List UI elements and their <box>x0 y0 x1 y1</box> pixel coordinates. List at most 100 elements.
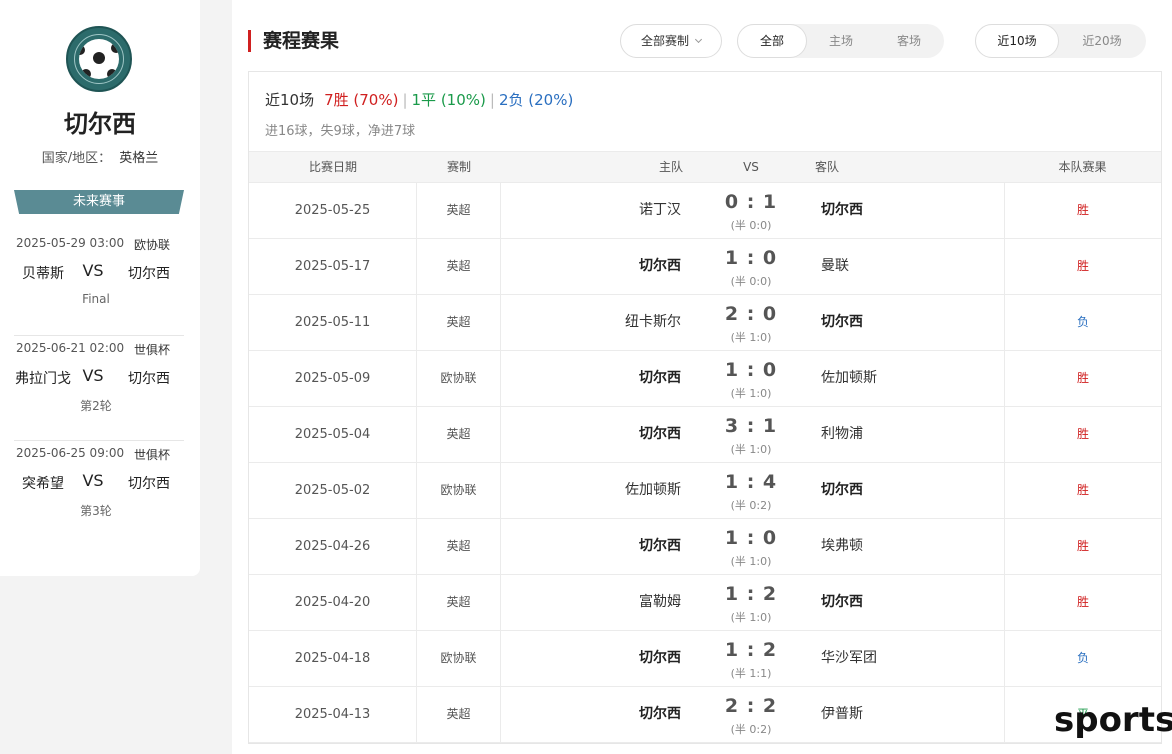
cell-result: 胜 <box>1004 575 1161 630</box>
vs-label: VS <box>82 261 104 280</box>
cell-away-team[interactable]: 利物浦 <box>821 407 1001 462</box>
match-date: 2025-06-25 09:00 <box>16 446 125 460</box>
cell-date: 2025-05-25 <box>249 183 417 238</box>
cell-away-team[interactable]: 埃弗顿 <box>821 519 1001 574</box>
cell-home-team[interactable]: 切尔西 <box>501 687 681 742</box>
team-logo <box>66 26 132 92</box>
future-match[interactable]: 2025-05-29 03:00 欧协联 贝蒂斯 VS 切尔西 Final <box>14 236 184 336</box>
cell-half-score: (半 1:1) <box>730 667 772 680</box>
match-round: 第3轮 <box>80 504 112 518</box>
cell-home-team[interactable]: 切尔西 <box>501 631 681 686</box>
table-row[interactable]: 2025-05-11 英超 纽卡斯尔 2 : 0 (半 1:0) 切尔西负 <box>249 295 1161 351</box>
cell-competition: 英超 <box>417 295 501 350</box>
match-competition: 欧协联 <box>133 238 170 252</box>
future-match[interactable]: 2025-06-21 02:00 世俱杯 弗拉门戈 VS 切尔西 第2轮 <box>14 341 184 441</box>
table-row[interactable]: 2025-05-17 英超 切尔西 1 : 0 (半 0:0) 曼联胜 <box>249 239 1161 295</box>
table-row[interactable]: 2025-04-26 英超 切尔西 1 : 0 (半 1:0) 埃弗顿胜 <box>249 519 1161 575</box>
cell-score: 1 : 0 <box>724 247 778 269</box>
cell-date: 2025-05-17 <box>249 239 417 294</box>
cell-competition: 英超 <box>417 239 501 294</box>
record-summary: 近10场 7胜 (70%) | 1平 (10%) | 2负 (20%) <box>265 91 574 109</box>
cell-date: 2025-04-18 <box>249 631 417 686</box>
team-country: 国家/地区： 英格兰 <box>0 147 200 166</box>
tab-all[interactable]: 全部 <box>737 24 807 58</box>
cell-home-team[interactable]: 切尔西 <box>501 407 681 462</box>
cell-result: 胜 <box>1004 519 1161 574</box>
cell-half-score: (半 1:0) <box>730 331 772 344</box>
cell-date: 2025-05-02 <box>249 463 417 518</box>
football-icon <box>79 39 119 79</box>
tab-away[interactable]: 客场 <box>875 24 943 58</box>
cell-competition: 英超 <box>417 687 501 742</box>
watermark: sports <box>1054 700 1172 740</box>
cell-away-team[interactable]: 伊普斯 <box>821 687 1001 742</box>
team-name: 切尔西 <box>64 110 136 138</box>
header-comp: 赛制 <box>446 160 471 174</box>
cell-half-score: (半 1:0) <box>730 555 772 568</box>
results-panel: 近10场 7胜 (70%) | 1平 (10%) | 2负 (20%) 进16球，失9球，… <box>248 71 1162 744</box>
table-row[interactable]: 2025-05-25 英超 诺丁汉 0 : 1 (半 0:0) 切尔西胜 <box>249 183 1161 239</box>
cell-competition: 英超 <box>417 575 501 630</box>
cell-score: 2 : 2 <box>724 695 778 717</box>
header-away: 客队 <box>814 160 839 174</box>
cell-away-team[interactable]: 切尔西 <box>821 575 1001 630</box>
cell-away-team[interactable]: 佐加顿斯 <box>821 351 1001 406</box>
cell-result: 胜 <box>1004 351 1161 406</box>
vs-label: VS <box>82 366 104 385</box>
cell-away-team[interactable]: 切尔西 <box>821 295 1001 350</box>
competition-dropdown[interactable]: 全部赛制 <box>620 24 722 58</box>
summary-label: 近10场 <box>265 91 315 109</box>
table-row[interactable]: 2025-04-18 欧协联 切尔西 1 : 2 (半 1:1) 华沙军团负 <box>249 631 1161 687</box>
cell-home-team[interactable]: 富勒姆 <box>501 575 681 630</box>
tab-home[interactable]: 主场 <box>807 24 875 58</box>
table-row[interactable]: 2025-04-13 英超 切尔西 2 : 2 (半 0:2) 伊普斯平 <box>249 687 1161 743</box>
cell-half-score: (半 0:2) <box>730 499 772 512</box>
cell-date: 2025-05-11 <box>249 295 417 350</box>
cell-away-team[interactable]: 曼联 <box>821 239 1001 294</box>
cell-home-team[interactable]: 切尔西 <box>501 351 681 406</box>
cell-half-score: (半 1:0) <box>730 443 772 456</box>
cell-away-team[interactable]: 华沙军团 <box>821 631 1001 686</box>
home-team: 贝蒂斯 <box>22 266 64 282</box>
cell-half-score: (半 0:2) <box>730 723 772 736</box>
cell-half-score: (半 1:0) <box>730 387 772 400</box>
cell-score: 1 : 2 <box>724 583 778 605</box>
cell-result: 胜 <box>1004 239 1161 294</box>
cell-date: 2025-04-26 <box>249 519 417 574</box>
away-team: 切尔西 <box>128 266 170 282</box>
table-row[interactable]: 2025-05-02 欧协联 佐加顿斯 1 : 4 (半 0:2) 切尔西胜 <box>249 463 1161 519</box>
venue-tabs: 全部 主场 客场 <box>737 24 944 58</box>
cell-away-team[interactable]: 切尔西 <box>821 463 1001 518</box>
cell-competition: 英超 <box>417 183 501 238</box>
cell-home-team[interactable]: 诺丁汉 <box>501 183 681 238</box>
cell-away-team[interactable]: 切尔西 <box>821 183 1001 238</box>
tab-last-20[interactable]: 近20场 <box>1059 24 1145 58</box>
cell-result: 胜 <box>1004 183 1161 238</box>
cell-date: 2025-05-04 <box>249 407 417 462</box>
cell-home-team[interactable]: 切尔西 <box>501 239 681 294</box>
section-title: 赛程赛果 <box>248 30 339 52</box>
cell-home-team[interactable]: 纽卡斯尔 <box>501 295 681 350</box>
match-date: 2025-05-29 03:00 <box>16 236 125 250</box>
cell-result: 胜 <box>1004 463 1161 518</box>
cell-home-team[interactable]: 切尔西 <box>501 519 681 574</box>
table-row[interactable]: 2025-05-09 欧协联 切尔西 1 : 0 (半 1:0) 佐加顿斯胜 <box>249 351 1161 407</box>
cell-competition: 欧协联 <box>417 351 501 406</box>
dropdown-label: 全部赛制 <box>640 34 689 48</box>
cell-home-team[interactable]: 佐加顿斯 <box>501 463 681 518</box>
table-header: 比赛日期 赛制 主队 VS 客队 本队赛果 <box>249 151 1161 183</box>
table-row[interactable]: 2025-04-20 英超 富勒姆 1 : 2 (半 1:0) 切尔西胜 <box>249 575 1161 631</box>
cell-result: 负 <box>1004 631 1161 686</box>
range-tabs: 近10场 近20场 <box>975 24 1146 58</box>
away-team: 切尔西 <box>128 371 170 387</box>
summary-wins: 7胜 (70%) <box>324 91 399 109</box>
cell-score: 1 : 4 <box>724 471 778 493</box>
future-matches-title: 未来赛事 <box>14 190 184 214</box>
team-sidebar: 切尔西 国家/地区： 英格兰 未来赛事 2025-05-29 03:00 欧协联 … <box>0 0 200 576</box>
tab-last-10[interactable]: 近10场 <box>975 24 1059 58</box>
table-row[interactable]: 2025-05-04 英超 切尔西 3 : 1 (半 1:0) 利物浦胜 <box>249 407 1161 463</box>
header-result: 本队赛果 <box>1058 160 1107 174</box>
header-vs: VS <box>743 160 759 174</box>
match-competition: 世俱杯 <box>133 343 170 357</box>
future-match[interactable]: 2025-06-25 09:00 世俱杯 突希望 VS 切尔西 第3轮 <box>14 446 184 546</box>
